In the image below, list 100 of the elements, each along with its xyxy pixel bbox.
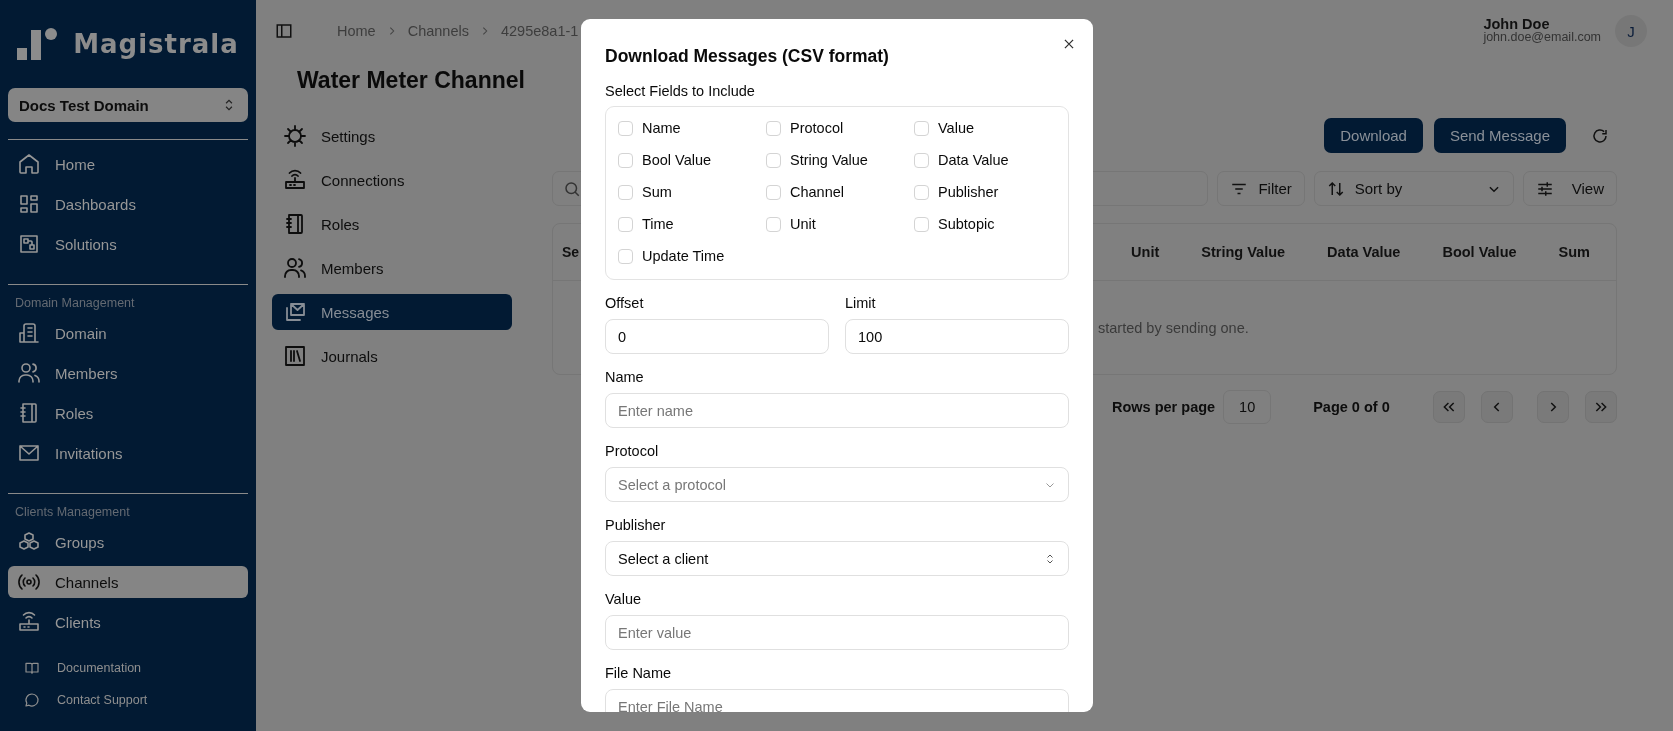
dashboard-icon	[17, 192, 41, 216]
last-page-button[interactable]	[1585, 391, 1617, 423]
building-icon	[17, 321, 41, 345]
tab-item[interactable]: Roles	[272, 206, 512, 242]
sidebar-item[interactable]: Invitations	[8, 437, 248, 469]
checkbox-label: Data Value	[938, 152, 1009, 168]
sort-select[interactable]: Sort by	[1313, 171, 1514, 206]
field-label: Value	[605, 590, 642, 608]
checkbox[interactable]	[766, 152, 781, 168]
sidebar-item[interactable]: Home	[8, 148, 248, 180]
page-info: Page 0 of 0	[1313, 399, 1390, 415]
checkbox-label: Protocol	[790, 120, 844, 136]
checkbox[interactable]	[618, 152, 633, 168]
home-icon	[17, 152, 41, 176]
close-icon[interactable]	[1062, 37, 1076, 51]
column-header: Data Value	[1327, 244, 1401, 260]
checkbox[interactable]	[766, 120, 781, 136]
tab-item[interactable]: Members	[272, 250, 512, 286]
book-icon	[24, 660, 40, 676]
user-name: John Doe	[1483, 18, 1551, 31]
sliders-icon	[1535, 179, 1554, 198]
users-icon	[17, 361, 41, 385]
file-name-field[interactable]: Enter File Name	[605, 689, 1069, 712]
checkbox[interactable]	[618, 216, 633, 232]
checkbox[interactable]	[766, 216, 781, 232]
checkbox-label: String Value	[790, 152, 868, 168]
column-header: Unit	[1131, 244, 1160, 260]
breadcrumb-link[interactable]: Channels	[407, 23, 469, 39]
checkbox-label: Name	[642, 120, 681, 136]
field-label: Limit	[845, 294, 877, 312]
next-page-button[interactable]	[1537, 391, 1569, 423]
checkbox[interactable]	[914, 184, 929, 200]
action-button[interactable]: Send Message	[1433, 118, 1566, 153]
checkbox[interactable]	[618, 120, 633, 136]
action-button[interactable]: Download	[1324, 118, 1423, 153]
column-header: Bool Value	[1442, 244, 1517, 260]
checkbox-label: Channel	[790, 184, 844, 200]
field-label: Select Fields to Include	[605, 82, 756, 100]
field-label: File Name	[605, 664, 673, 682]
tab-item[interactable]: Connections	[272, 162, 512, 198]
name-field[interactable]: Enter name	[605, 393, 1069, 428]
checkbox-label: Publisher	[938, 184, 999, 200]
section-heading: Domain Management	[14, 295, 136, 311]
sidebar-item[interactable]: Roles	[8, 397, 248, 429]
sidebar-item[interactable]: Clients	[8, 606, 248, 638]
checkbox[interactable]	[618, 248, 633, 264]
column-header: Sum	[1558, 244, 1590, 260]
breadcrumb-link[interactable]: 4295e8a1-1	[500, 23, 579, 39]
offset-field[interactable]: 0	[605, 319, 829, 354]
checkbox[interactable]	[618, 184, 633, 200]
limit-field[interactable]: 100	[845, 319, 1069, 354]
checkbox-label: Unit	[790, 216, 816, 232]
users-icon	[283, 256, 307, 280]
sidebar-item[interactable]: Dashboards	[8, 188, 248, 220]
circuit-board-icon	[17, 232, 41, 256]
filter-button[interactable]: Filter	[1217, 171, 1305, 206]
search-icon	[563, 179, 581, 198]
checkbox[interactable]	[914, 120, 929, 136]
checkbox-label: Time	[642, 216, 674, 232]
checkbox-label: Subtopic	[938, 216, 995, 232]
logo-icon	[17, 28, 58, 60]
sidebar-item[interactable]: Members	[8, 357, 248, 389]
tab-item[interactable]: Journals	[272, 338, 512, 374]
view-button[interactable]: View	[1522, 171, 1617, 206]
domain-selector[interactable]: Docs Test Domain	[8, 88, 248, 122]
footer-link[interactable]: Contact Support	[8, 684, 248, 716]
publisher-select[interactable]: Select a client	[605, 541, 1069, 576]
sort-icon	[1326, 179, 1345, 198]
tab-item[interactable]: Settings	[272, 118, 512, 154]
chat-bubble-icon	[24, 692, 40, 708]
mail-stack-icon	[283, 300, 307, 324]
breadcrumb-link[interactable]: Home	[337, 23, 376, 39]
footer-link[interactable]: Documentation	[8, 652, 248, 684]
checkbox[interactable]	[914, 152, 929, 168]
section-heading: Clients Management	[14, 504, 131, 520]
field-label: Offset	[605, 294, 645, 312]
sidebar-item[interactable]: Domain	[8, 317, 248, 349]
first-page-button[interactable]	[1433, 391, 1465, 423]
checkbox[interactable]	[766, 184, 781, 200]
refresh-icon[interactable]	[1591, 126, 1609, 145]
double-chevron-right-icon	[1594, 400, 1608, 414]
sidebar-item[interactable]: Groups	[8, 526, 248, 558]
checkbox-label: Update Time	[642, 248, 725, 264]
value-field[interactable]: Enter value	[605, 615, 1069, 650]
sidebar-toggle-icon[interactable]	[275, 22, 293, 40]
router-icon	[17, 610, 41, 634]
checkbox[interactable]	[914, 216, 929, 232]
dialog-title: Download Messages (CSV format)	[605, 45, 890, 68]
router-icon	[283, 168, 307, 192]
sidebar-item[interactable]: Channels	[8, 566, 248, 598]
sidebar-item[interactable]: Solutions	[8, 228, 248, 260]
protocol-select[interactable]: Select a protocol	[605, 467, 1069, 502]
tab-item[interactable]: Messages	[272, 294, 512, 330]
column-header: Se	[562, 244, 580, 260]
previous-page-button[interactable]	[1481, 391, 1513, 423]
field-label: Name	[605, 368, 645, 386]
column-header: String Value	[1201, 244, 1286, 260]
rows-per-page-select[interactable]: 10	[1223, 390, 1272, 424]
page-title: Water Meter Channel	[297, 66, 525, 95]
avatar[interactable]: J	[1615, 15, 1647, 47]
